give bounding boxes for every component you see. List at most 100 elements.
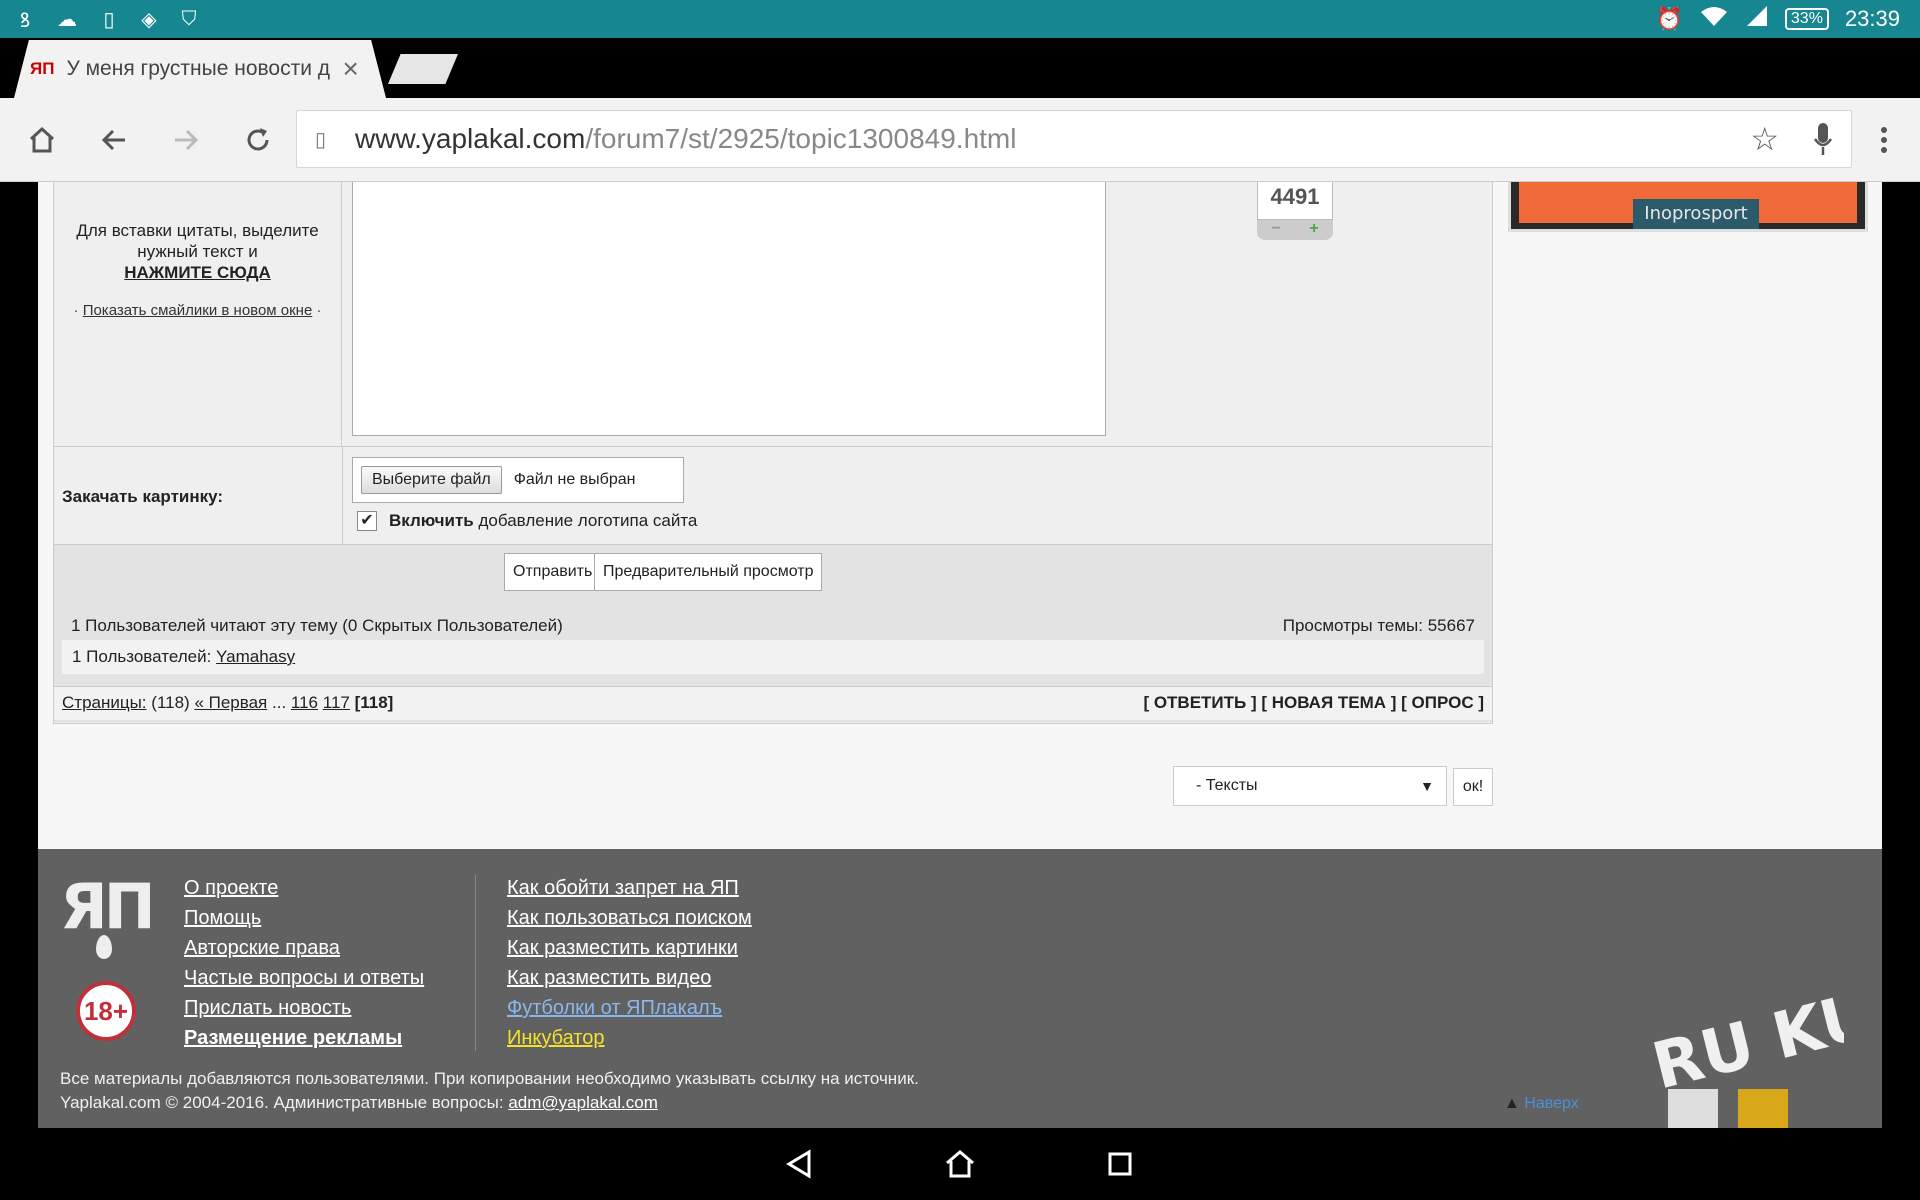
- footer-link-advertising[interactable]: Размещение рекламы: [184, 1023, 424, 1053]
- browser-tab[interactable]: ЯП У меня грустные новости д ×: [14, 40, 386, 98]
- alarm-icon: ⏰: [1655, 6, 1683, 31]
- quote-hint-text: Для вставки цитаты, выделите нужный текс…: [76, 221, 319, 261]
- logo-option-text: добавление логотипа сайта: [478, 511, 698, 530]
- copyright-line-1: Все материалы добавляются пользователями…: [60, 1069, 919, 1088]
- counter-controls: − +: [1257, 220, 1333, 240]
- url-host: www.yaplakal.com: [355, 123, 586, 154]
- logo-checkbox[interactable]: ✔: [357, 511, 377, 531]
- submit-button[interactable]: Отправить: [504, 553, 602, 591]
- home-icon[interactable]: [18, 116, 66, 164]
- new-tab-button[interactable]: [388, 54, 458, 84]
- clock: 23:39: [1844, 6, 1900, 31]
- footer-links-right: Как обойти запрет на ЯП Как пользоваться…: [507, 873, 752, 1053]
- quote-help-cell: Для вставки цитаты, выделите нужный текс…: [54, 182, 342, 446]
- sim-card-icon: ▯: [103, 8, 115, 31]
- close-tab-icon[interactable]: ×: [342, 55, 358, 83]
- user-link[interactable]: Yamahasy: [216, 647, 295, 666]
- back-nav-icon[interactable]: [780, 1144, 820, 1184]
- footer-link-video-help[interactable]: Как разместить видео: [507, 963, 752, 993]
- first-page-link[interactable]: « Первая: [194, 693, 267, 712]
- char-counter: 4491: [1257, 182, 1333, 220]
- forum-jump-value: - Тексты: [1196, 777, 1258, 794]
- active-users: 1 Пользователей: Yamahasy: [62, 640, 1484, 674]
- tab-title: У меня грустные новости д: [66, 57, 331, 80]
- forward-icon[interactable]: [162, 116, 210, 164]
- footer-copyright: Все материалы добавляются пользователями…: [60, 1067, 919, 1115]
- logo-option: ✔ Включить добавление логотипа сайта: [357, 511, 697, 531]
- footer-links-left: О проекте Помощь Авторские права Частые …: [184, 873, 424, 1053]
- ad-label: Inoprosport: [1633, 199, 1759, 229]
- back-to-top-label: Наверх: [1524, 1095, 1579, 1112]
- choose-file-button[interactable]: Выберите файл: [361, 466, 502, 494]
- footer-link-about[interactable]: О проекте: [184, 873, 424, 903]
- copyright-text: Yaplakal.com © 2004-2016. Административн…: [60, 1093, 504, 1112]
- submit-row: Отправить Предварительный просмотр: [54, 544, 1492, 598]
- menu-icon[interactable]: [1864, 116, 1904, 164]
- footer-link-bypass-ban[interactable]: Как обойти запрет на ЯП: [507, 873, 752, 903]
- admin-email-domain[interactable]: @yaplakal.com: [541, 1093, 657, 1112]
- topic-actions[interactable]: [ ОТВЕТИТЬ ] [ НОВАЯ ТЕМА ] [ ОПРОС ]: [1143, 687, 1484, 719]
- click-here-link[interactable]: НАЖМИТЕ СЮДА: [62, 262, 333, 283]
- no-file-text: Файл не выбран: [513, 471, 636, 488]
- wireless-charging-icon: ꝸ: [19, 9, 31, 32]
- up-arrow-icon: ▲: [1504, 1095, 1520, 1112]
- home-nav-icon[interactable]: [940, 1144, 980, 1184]
- ruku-logo-text: RU KU: [1646, 979, 1844, 1105]
- current-page: [118]: [354, 693, 394, 712]
- back-icon[interactable]: [90, 116, 138, 164]
- reload-icon[interactable]: [234, 116, 282, 164]
- footer-link-faq[interactable]: Частые вопросы и ответы: [184, 963, 424, 993]
- vpn-icon: ◈: [141, 8, 157, 31]
- page-link-116[interactable]: 116: [291, 693, 318, 712]
- plus-icon[interactable]: +: [1295, 220, 1333, 240]
- star-icon[interactable]: ☆: [1750, 120, 1779, 158]
- footer-link-help[interactable]: Помощь: [184, 903, 424, 933]
- recents-nav-icon[interactable]: [1100, 1144, 1140, 1184]
- users-prefix: 1 Пользователей:: [72, 647, 212, 666]
- footer-link-images-help[interactable]: Как разместить картинки: [507, 933, 752, 963]
- preview-button[interactable]: Предварительный просмотр: [594, 553, 823, 591]
- pages-label[interactable]: Страницы:: [62, 693, 147, 712]
- teardrop-icon: [96, 935, 112, 959]
- footer-link-send-news[interactable]: Прислать новость: [184, 993, 424, 1023]
- footer-link-copyright[interactable]: Авторские права: [184, 933, 424, 963]
- page-content: Для вставки цитаты, выделите нужный текс…: [38, 182, 1882, 1128]
- url-path: /forum7/st/2925/topic1300849.html: [585, 123, 1017, 154]
- readers-count: 1 Пользователей читают эту тему (0 Скрыт…: [71, 616, 563, 635]
- battery-indicator: 33%: [1784, 8, 1829, 30]
- smiles-link-wrap: · Показать смайлики в новом окне ·: [73, 302, 322, 319]
- system-nav-bar: [0, 1128, 1920, 1200]
- admin-email-user[interactable]: adm: [508, 1093, 541, 1112]
- back-to-top-link[interactable]: ▲ Наверх: [1504, 1095, 1579, 1113]
- pager-dots: ...: [272, 693, 287, 712]
- logo-option-bold: Включить: [389, 511, 474, 530]
- file-input[interactable]: Выберите файл Файл не выбран: [352, 457, 684, 503]
- address-bar[interactable]: ▯ www.yaplakal.com/forum7/st/2925/topic1…: [296, 110, 1852, 168]
- footer-link-tshirts[interactable]: Футболки от ЯПлакалъ: [507, 993, 752, 1023]
- signal-icon: [1745, 4, 1769, 34]
- page-icon: ▯: [315, 128, 327, 151]
- microphone-icon[interactable]: [1813, 121, 1833, 157]
- ad-banner[interactable]: Inoprosport: [1508, 182, 1868, 232]
- ruku-logo[interactable]: RU KU: [1644, 979, 1844, 1128]
- jump-ok-button[interactable]: ок!: [1453, 768, 1493, 806]
- upload-label: Закачать картинку:: [62, 487, 224, 506]
- footer-link-search-help[interactable]: Как пользоваться поиском: [507, 903, 752, 933]
- browser-toolbar: ▯ www.yaplakal.com/forum7/st/2925/topic1…: [0, 98, 1920, 182]
- wifi-icon: [1699, 4, 1729, 34]
- footer-link-incubator[interactable]: Инкубатор: [507, 1023, 752, 1053]
- page-link-117[interactable]: 117: [323, 693, 350, 712]
- forum-jump-select[interactable]: - Тексты ▼: [1173, 766, 1447, 806]
- copyright-line-2: Yaplakal.com © 2004-2016. Административн…: [60, 1091, 919, 1115]
- footer-divider: [475, 875, 476, 1051]
- age-rating-badge: 18+: [76, 981, 136, 1041]
- views-count: Просмотры темы: 55667: [1282, 616, 1475, 635]
- favicon: ЯП: [30, 59, 55, 78]
- tab-strip: ЯП У меня грустные новости д ×: [0, 38, 1920, 98]
- reply-form: Для вставки цитаты, выделите нужный текс…: [53, 182, 1493, 724]
- divider: [342, 447, 343, 545]
- cloud-icon: ☁: [57, 8, 77, 31]
- minus-icon[interactable]: −: [1257, 220, 1295, 240]
- show-smiles-link[interactable]: Показать смайлики в новом окне: [83, 302, 313, 319]
- message-textarea[interactable]: [352, 182, 1106, 436]
